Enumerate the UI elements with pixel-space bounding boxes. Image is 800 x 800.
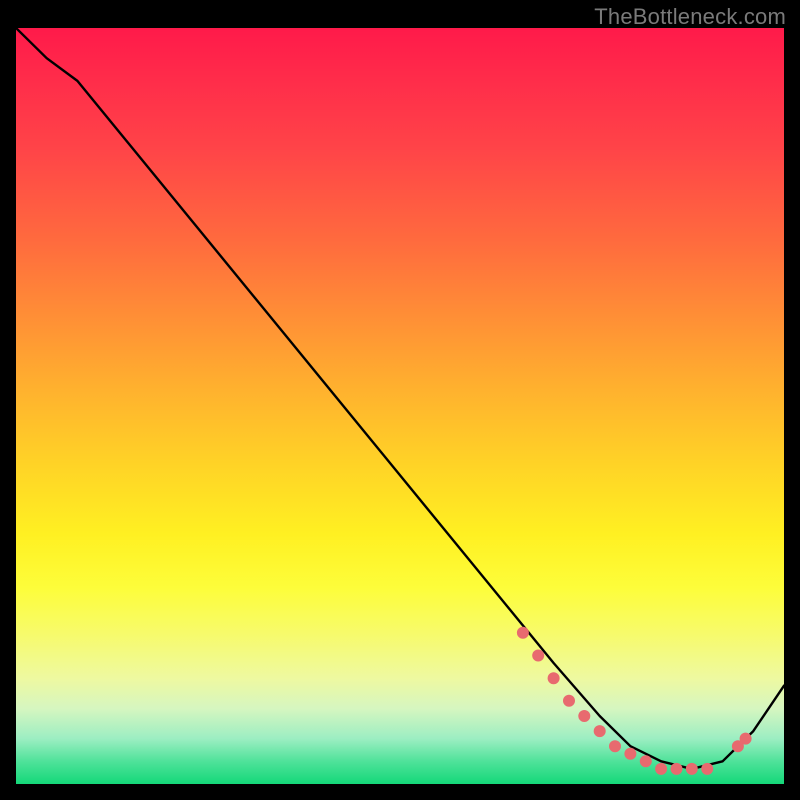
curve-marker <box>701 763 713 775</box>
curve-marker <box>594 725 606 737</box>
curve-marker <box>686 763 698 775</box>
plot-area <box>16 28 784 784</box>
curve-marker <box>655 763 667 775</box>
curve-marker <box>563 695 575 707</box>
curve-marker <box>640 755 652 767</box>
curve-marker <box>624 748 636 760</box>
curve-marker <box>740 733 752 745</box>
watermark-text: TheBottleneck.com <box>594 4 786 30</box>
curve-marker <box>548 672 560 684</box>
curve-marker <box>671 763 683 775</box>
bottleneck-curve <box>16 28 784 769</box>
chart-frame: TheBottleneck.com <box>0 0 800 800</box>
curve-svg <box>16 28 784 784</box>
curve-marker <box>578 710 590 722</box>
curve-marker <box>532 650 544 662</box>
curve-marker <box>609 740 621 752</box>
curve-marker <box>517 627 529 639</box>
curve-markers <box>517 627 752 775</box>
